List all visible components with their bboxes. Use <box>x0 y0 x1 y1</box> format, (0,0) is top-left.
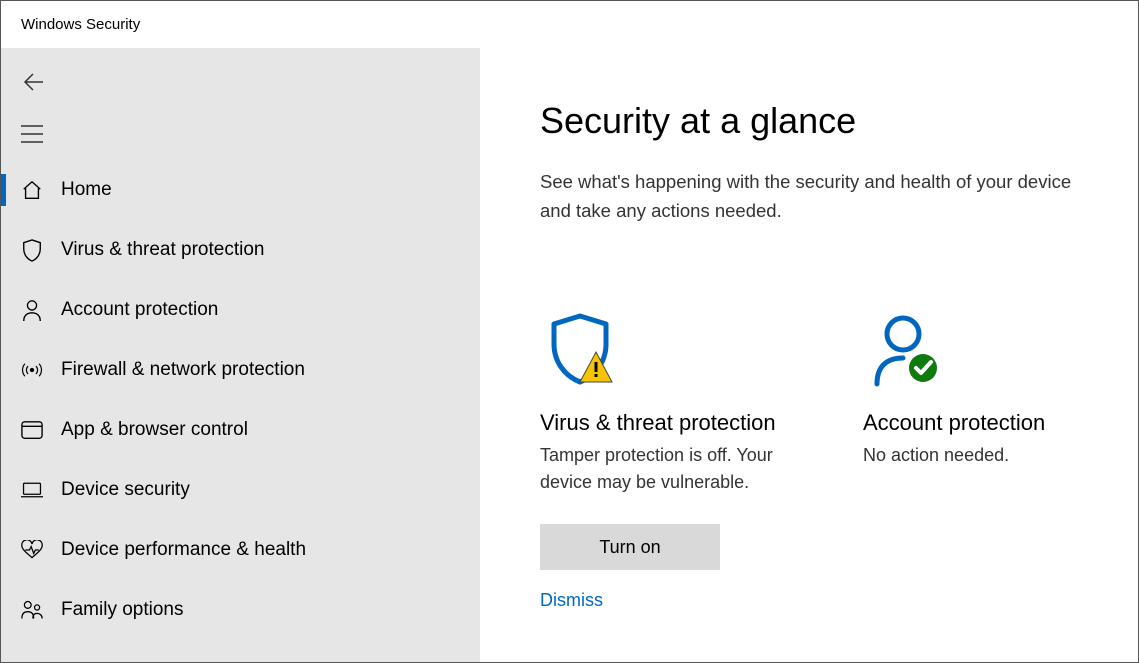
back-arrow-icon <box>21 70 45 94</box>
sidebar-item-label: Firewall & network protection <box>61 359 305 381</box>
sidebar-item-device-security[interactable]: Device security <box>1 460 480 520</box>
person-icon <box>21 298 43 322</box>
sidebar-item-label: Device security <box>61 479 190 501</box>
shield-icon <box>21 238 43 262</box>
sidebar-item-account[interactable]: Account protection <box>1 280 480 340</box>
shield-warning-icon <box>540 295 783 390</box>
home-icon <box>21 179 43 201</box>
sidebar-item-label: App & browser control <box>61 419 248 441</box>
sidebar-item-label: Device performance & health <box>61 539 306 561</box>
sidebar-item-family[interactable]: Family options <box>1 580 480 640</box>
sidebar-item-home[interactable]: Home <box>1 160 480 220</box>
card-status: No action needed. <box>863 442 1106 469</box>
sidebar-item-label: Home <box>61 179 112 201</box>
sidebar: Home Virus & threat protection Account p… <box>1 48 480 662</box>
sidebar-item-label: Virus & threat protection <box>61 239 264 261</box>
card-virus-threat[interactable]: Virus & threat protection Tamper protect… <box>540 295 783 611</box>
page-heading: Security at a glance <box>540 100 1106 142</box>
card-account-protection[interactable]: Account protection No action needed. <box>863 295 1106 611</box>
turn-on-button[interactable]: Turn on <box>540 524 720 570</box>
laptop-icon <box>21 481 43 499</box>
window-title: Windows Security <box>1 1 1138 48</box>
hamburger-button[interactable] <box>1 108 53 160</box>
family-icon <box>21 599 43 621</box>
sidebar-item-label: Family options <box>61 599 184 621</box>
heartbeat-icon <box>21 540 43 560</box>
sidebar-item-app-browser[interactable]: App & browser control <box>1 400 480 460</box>
sidebar-item-label: Account protection <box>61 299 218 321</box>
page-subtitle: See what's happening with the security a… <box>540 168 1100 225</box>
card-title: Virus & threat protection <box>540 410 783 436</box>
sidebar-item-performance[interactable]: Device performance & health <box>1 520 480 580</box>
back-button[interactable] <box>1 56 53 108</box>
hamburger-icon <box>21 125 43 143</box>
dismiss-link[interactable]: Dismiss <box>540 590 603 611</box>
main-content: Security at a glance See what's happenin… <box>480 48 1138 662</box>
app-icon <box>21 420 43 440</box>
sidebar-item-firewall[interactable]: Firewall & network protection <box>1 340 480 400</box>
card-title: Account protection <box>863 410 1106 436</box>
broadcast-icon <box>21 360 43 380</box>
card-status: Tamper protection is off. Your device ma… <box>540 442 783 496</box>
person-check-icon <box>863 295 1106 390</box>
sidebar-item-virus[interactable]: Virus & threat protection <box>1 220 480 280</box>
